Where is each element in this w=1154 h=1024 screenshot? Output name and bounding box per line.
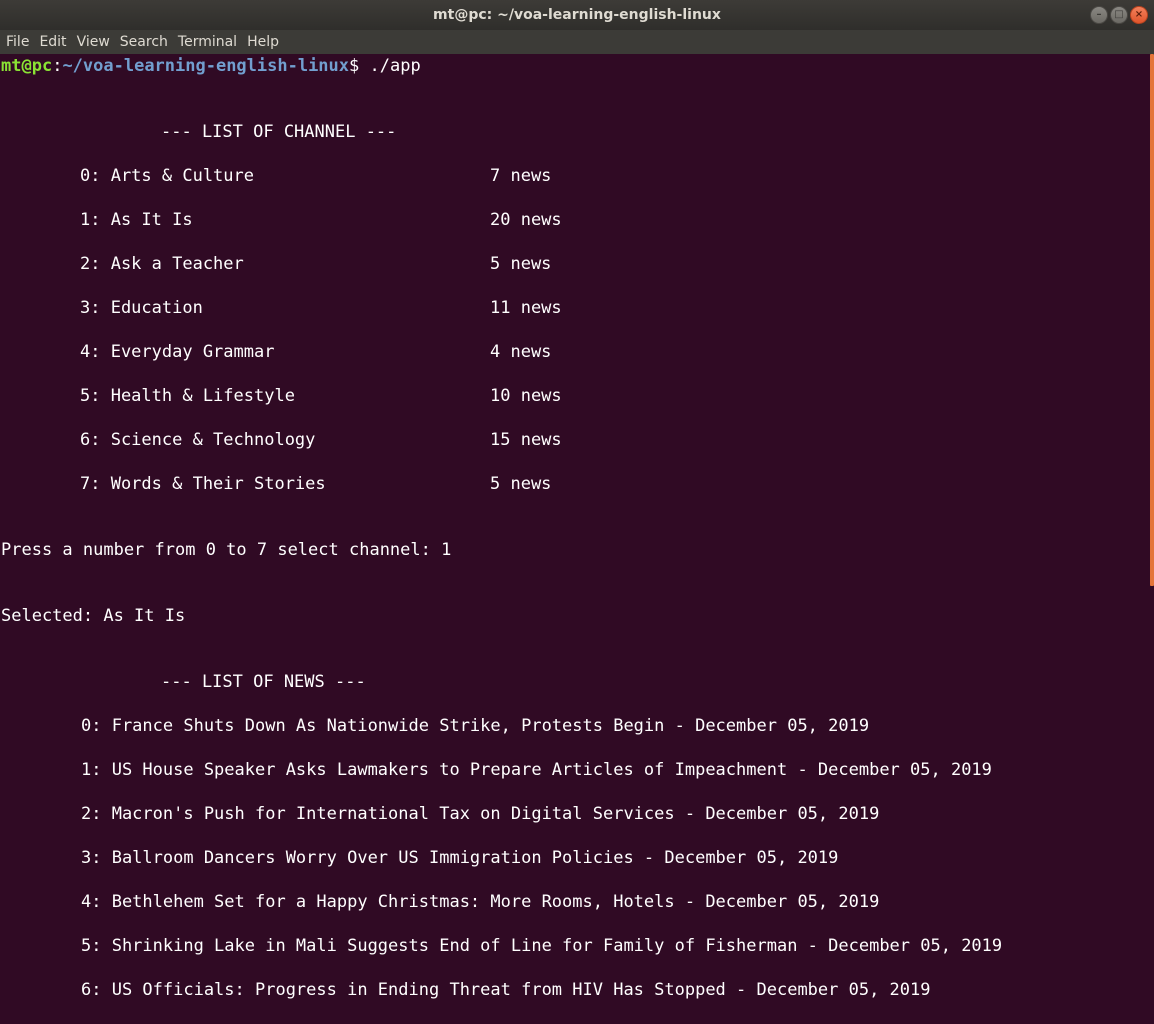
prompt-path: ~/voa-learning-english-linux (62, 56, 350, 76)
channel-count: 20 news (490, 210, 562, 230)
channel-row: 3: Education 11 news (0, 297, 1100, 319)
channel-row: 4: Everyday Grammar 4 news (0, 341, 1100, 363)
channel-label: 2: Ask a Teacher (80, 254, 244, 274)
channel-count: 5 news (490, 474, 552, 494)
menu-terminal[interactable]: Terminal (173, 30, 242, 54)
channel-count: 7 news (490, 166, 552, 186)
news-item: 4: Bethlehem Set for a Happy Christmas: … (81, 892, 880, 912)
menu-help[interactable]: Help (242, 30, 284, 54)
channel-row: 7: Words & Their Stories 5 news (0, 473, 1100, 495)
select-channel-prompt: Press a number from 0 to 7 select channe… (1, 540, 452, 560)
prompt-command: ./app (369, 56, 421, 76)
window-controls: – □ × (1090, 6, 1148, 24)
channel-list-header: --- LIST OF CHANNEL --- (161, 122, 397, 142)
menu-view[interactable]: View (72, 30, 115, 54)
channel-row: 2: Ask a Teacher 5 news (0, 253, 1100, 275)
menu-file[interactable]: File (0, 30, 34, 54)
close-icon[interactable]: × (1130, 6, 1148, 24)
maximize-icon[interactable]: □ (1110, 6, 1128, 24)
channel-label: 7: Words & Their Stories (80, 474, 326, 494)
menu-edit[interactable]: Edit (34, 30, 71, 54)
channel-row: 0: Arts & Culture 7 news (0, 165, 1100, 187)
channel-label: 0: Arts & Culture (80, 166, 254, 186)
terminal-output[interactable]: mt@pc:~/voa-learning-english-linux$ ./ap… (0, 54, 1148, 1024)
channel-row: 5: Health & Lifestyle 10 news (0, 385, 1100, 407)
title-bar[interactable]: mt@pc: ~/voa-learning-english-linux – □ … (0, 0, 1154, 30)
window-title: mt@pc: ~/voa-learning-english-linux (433, 7, 721, 23)
command-prompt-line: mt@pc:~/voa-learning-english-linux$ ./ap… (1, 55, 421, 77)
minimize-icon[interactable]: – (1090, 6, 1108, 24)
channel-count: 10 news (490, 386, 562, 406)
news-item: 5: Shrinking Lake in Mali Suggests End o… (81, 936, 1003, 956)
channel-label: 3: Education (80, 298, 203, 318)
channel-count: 11 news (490, 298, 562, 318)
channel-row: 1: As It Is 20 news (0, 209, 1100, 231)
selected-channel: Selected: As It Is (1, 606, 186, 626)
news-item: 3: Ballroom Dancers Worry Over US Immigr… (81, 848, 839, 868)
news-item: 1: US House Speaker Asks Lawmakers to Pr… (81, 760, 992, 780)
news-list-header: --- LIST OF NEWS --- (161, 672, 366, 692)
menu-search[interactable]: Search (115, 30, 173, 54)
prompt-colon: : (52, 56, 63, 76)
scrollbar[interactable] (1148, 54, 1154, 1024)
news-item: 0: France Shuts Down As Nationwide Strik… (81, 716, 870, 736)
menu-bar: File Edit View Search Terminal Help (0, 30, 1154, 54)
channel-count: 4 news (490, 342, 552, 362)
channel-count: 15 news (490, 430, 562, 450)
prompt-user-host: mt@pc (1, 56, 53, 76)
prompt-symbol: $ (349, 56, 370, 76)
channel-label: 4: Everyday Grammar (80, 342, 275, 362)
channel-label: 6: Science & Technology (80, 430, 316, 450)
scrollbar-thumb[interactable] (1150, 54, 1154, 586)
channel-label: 1: As It Is (80, 210, 193, 230)
news-item: 2: Macron's Push for International Tax o… (81, 804, 880, 824)
channel-count: 5 news (490, 254, 552, 274)
news-item: 6: US Officials: Progress in Ending Thre… (81, 980, 931, 1000)
channel-label: 5: Health & Lifestyle (80, 386, 295, 406)
channel-row: 6: Science & Technology 15 news (0, 429, 1100, 451)
